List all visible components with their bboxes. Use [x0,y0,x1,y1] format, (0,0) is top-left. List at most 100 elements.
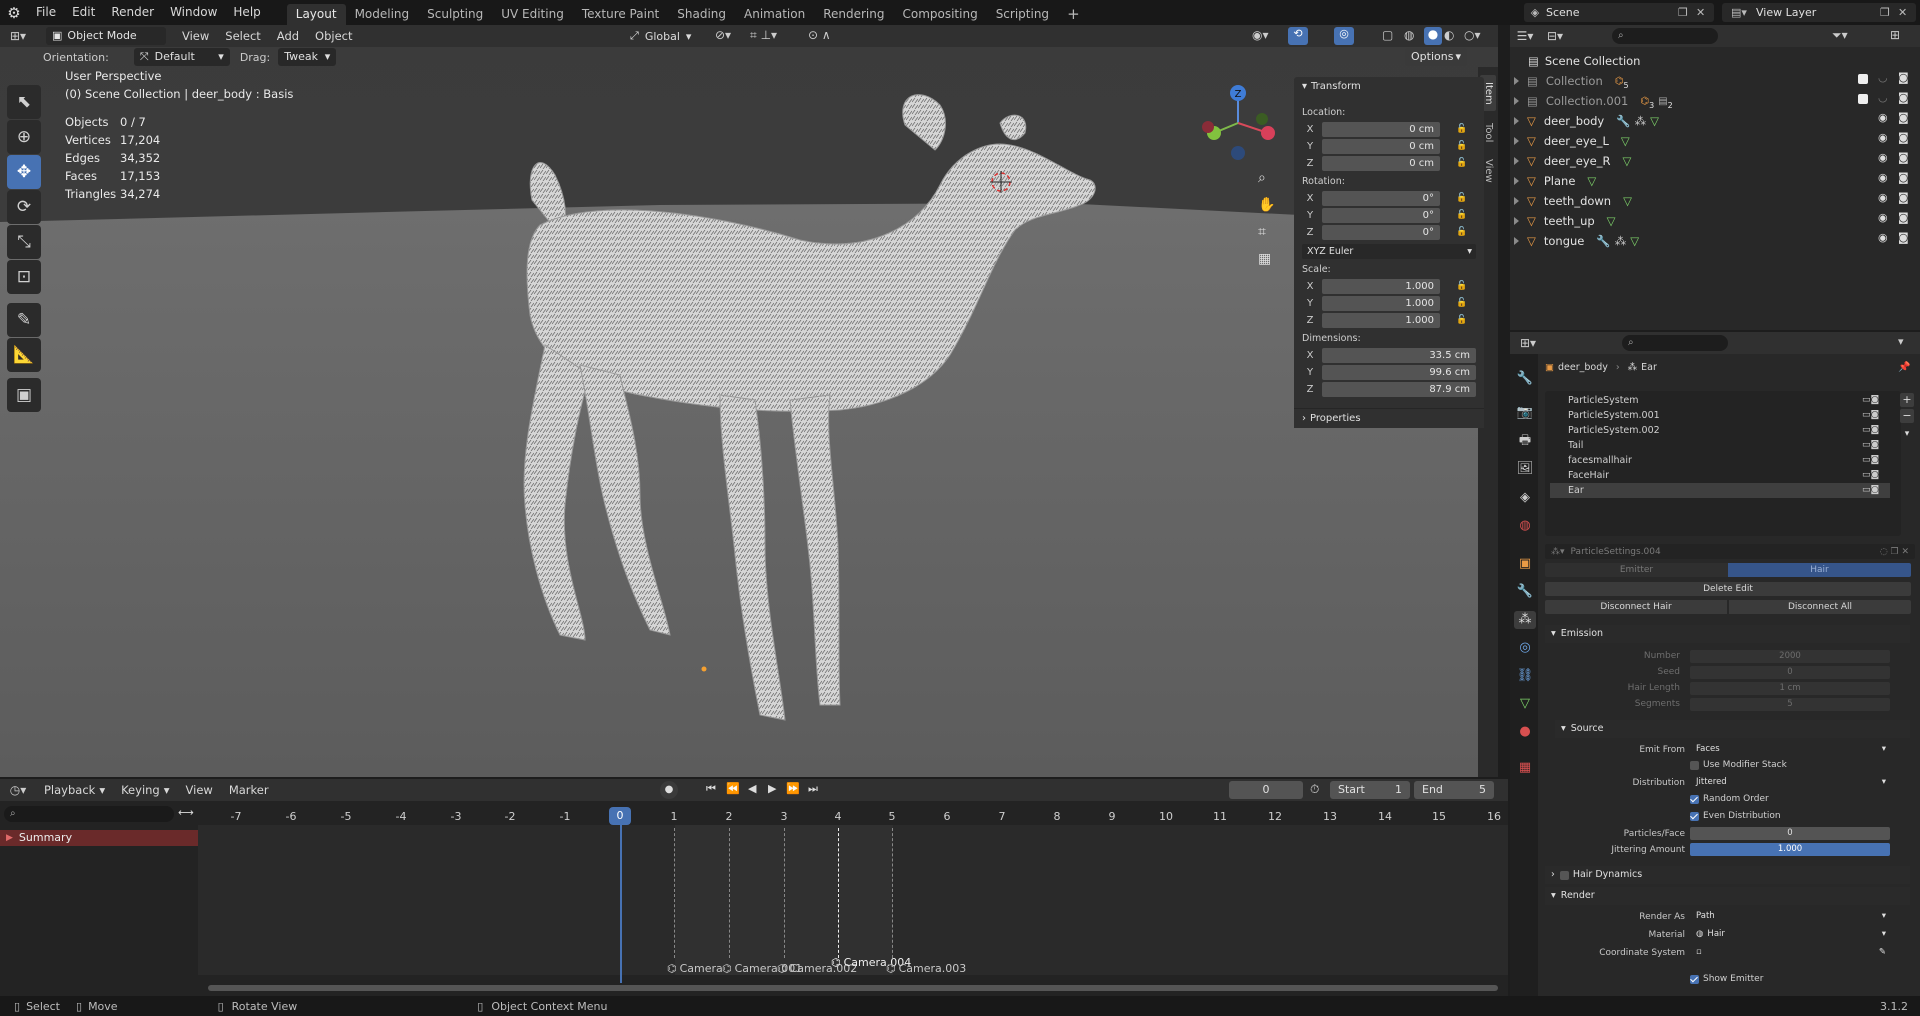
eye-icon[interactable]: ◉ [1878,111,1888,124]
list-item-active[interactable]: Ear [1550,483,1890,498]
jump-end-icon[interactable]: ⏭ [808,782,818,796]
render-tab-icon[interactable]: 📷 [1516,404,1534,422]
measure-tool-button[interactable]: 📐 [7,338,41,372]
scale-x-row[interactable]: X 1.000 [1302,278,1440,294]
outliner-item-collection-001[interactable]: ▤ Collection.001 ⌬ 3 ▤ 2 [1514,91,1673,111]
record-button[interactable]: ● [660,781,678,799]
random-order-checkbox[interactable]: Random Order [1690,794,1769,804]
dimensions-x-row[interactable]: X 33.5 cm [1302,347,1476,363]
menu-window[interactable]: Window [162,0,225,25]
proportional-icon[interactable]: ⊙ ∧ [808,28,831,42]
data-tab-icon[interactable]: ▽ [1516,695,1534,713]
display-mode-icon[interactable]: ⊟▾ [1540,29,1570,43]
render-icon[interactable]: ◙ [1898,71,1909,84]
pin-icon[interactable]: 📌 [1898,362,1910,373]
disconnect-all-button[interactable]: Disconnect All [1729,600,1911,614]
emission-panel-header[interactable]: ▾ Emission [1545,625,1910,643]
object-tab-icon[interactable]: ▣ [1516,555,1534,573]
blender-logo-icon[interactable]: ⚙ [0,0,28,25]
tab-scripting[interactable]: Scripting [987,4,1058,25]
dimensions-y-row[interactable]: Y 99.6 cm [1302,364,1476,380]
add-workspace-button[interactable]: + [1058,4,1089,25]
timeline-search-input[interactable]: ⌕ [4,806,174,822]
location-z-row[interactable]: Z0 cm [1302,155,1440,171]
menu-help[interactable]: Help [225,0,268,25]
list-item[interactable]: Tail [1550,438,1890,453]
physics-tab-icon[interactable]: ◎ [1516,639,1534,657]
tab-sculpting[interactable]: Sculpting [418,4,492,25]
overlay-toggle-icon[interactable]: ◎ [1334,27,1354,45]
type-emitter-button[interactable]: Emitter [1545,563,1728,577]
camera-view-icon[interactable]: ⌗ [1258,224,1266,240]
shading-material-icon[interactable]: ◐ [1444,28,1454,42]
exclude-checkbox[interactable] [1858,74,1868,84]
pivot-icon[interactable]: ⊘▾ [715,28,731,42]
clock-icon[interactable]: ⏱ [1310,782,1319,797]
hide-icon[interactable]: ◡ [1878,91,1888,104]
rotation-x-row[interactable]: X 0° [1302,190,1440,206]
jump-start-icon[interactable]: ⏮ [706,782,716,796]
render-icon[interactable]: ◙ [1898,171,1909,184]
viewport-menu-select[interactable]: Select [217,25,268,49]
playhead-marker[interactable]: 0 [609,807,631,825]
tab-animation[interactable]: Animation [735,4,814,25]
timeline-menu-marker[interactable]: Marker [221,778,277,803]
shading-solid-icon[interactable]: ● [1424,27,1442,45]
render-icon[interactable]: ◙ [1898,231,1909,244]
filter-icon[interactable]: ⏷▾ [1832,28,1848,43]
properties-options-icon[interactable]: ▾ [1898,335,1904,348]
timeline-menu-view[interactable]: View [178,778,221,803]
outliner-editor-icon[interactable]: ☰▾ [1510,29,1540,43]
list-item[interactable]: ParticleSystem [1550,393,1890,408]
timeline-scrollbar[interactable] [208,985,1498,991]
list-specials-button[interactable]: ▾ [1900,427,1914,441]
seed-field[interactable]: 0 [1690,666,1890,679]
dimensions-z-row[interactable]: Z 87.9 cm [1302,381,1476,397]
render-as-dropdown[interactable]: Path ▾ [1690,910,1890,923]
rotation-z-row[interactable]: Z 0° [1302,224,1440,240]
location-y-row[interactable]: Y0 cm [1302,138,1440,154]
hair-dynamics-panel-header[interactable]: › Hair Dynamics [1545,866,1910,884]
timeline-menu-keying[interactable]: Keying ▾ [113,778,177,803]
lock-icon[interactable]: 🔓 [1456,315,1467,325]
scale-z-row[interactable]: Z 1.000 [1302,312,1440,328]
tab-shading[interactable]: Shading [668,4,735,25]
hide-icon[interactable]: ◡ [1878,71,1888,84]
rotation-y-row[interactable]: Y 0° [1302,207,1440,223]
view-layer-name[interactable]: View Layer [1756,6,1880,19]
eye-icon[interactable]: ◉ [1878,151,1888,164]
eye-icon[interactable]: ◉ [1878,171,1888,184]
tab-uv-editing[interactable]: UV Editing [492,4,573,25]
number-field[interactable]: 2000 [1690,650,1890,663]
coordinate-system-field[interactable]: ▫ ✎ [1690,946,1890,959]
current-frame-field[interactable]: 0 [1229,781,1303,799]
pan-hand-icon[interactable]: ✋ [1258,197,1275,213]
delete-edit-button[interactable]: Delete Edit [1545,582,1911,596]
scale-y-row[interactable]: Y 1.000 [1302,295,1440,311]
modifier-tab-icon[interactable]: 🔧 [1516,583,1534,601]
eye-icon[interactable]: ◉ [1878,191,1888,204]
menu-render[interactable]: Render [103,0,162,25]
tab-compositing[interactable]: Compositing [893,4,986,25]
tab-texture-paint[interactable]: Texture Paint [573,4,668,25]
outliner-item-deer-eye-r[interactable]: ▽ deer_eye_R ▽ [1514,151,1631,171]
orientation-dropdown[interactable]: ⤧ Default ▾ [133,48,230,66]
move-tool-button[interactable]: ✥ [7,155,41,189]
eye-icon[interactable]: ◉ [1878,231,1888,244]
new-collection-icon[interactable]: ⊞ [1890,28,1900,42]
properties-editor-icon[interactable]: ⊞▾ [1510,336,1546,350]
distribution-dropdown[interactable]: Jittered ▾ [1690,776,1890,789]
hair-length-field[interactable]: 1 cm [1690,682,1890,695]
viewport-menu-object[interactable]: Object [307,25,360,49]
exclude-checkbox[interactable] [1858,94,1868,104]
properties-subpanel[interactable]: › Properties [1294,408,1484,428]
shading-rendered-icon[interactable]: ○▾ [1464,28,1481,42]
even-distribution-checkbox[interactable]: Even Distribution [1690,811,1781,821]
prev-keyframe-icon[interactable]: ⏪ [726,782,740,795]
snap-icon[interactable]: ⌗ ⊥▾ [750,28,777,43]
view-layer-tab-icon[interactable]: 🖼 [1516,460,1534,478]
new-view-layer-icon[interactable]: ❐ [1880,6,1898,19]
outliner-search-input[interactable]: ⌕ [1612,28,1718,44]
timeline-menu-playback[interactable]: Playback ▾ [36,778,113,803]
list-item[interactable]: ParticleSystem.002 [1550,423,1890,438]
